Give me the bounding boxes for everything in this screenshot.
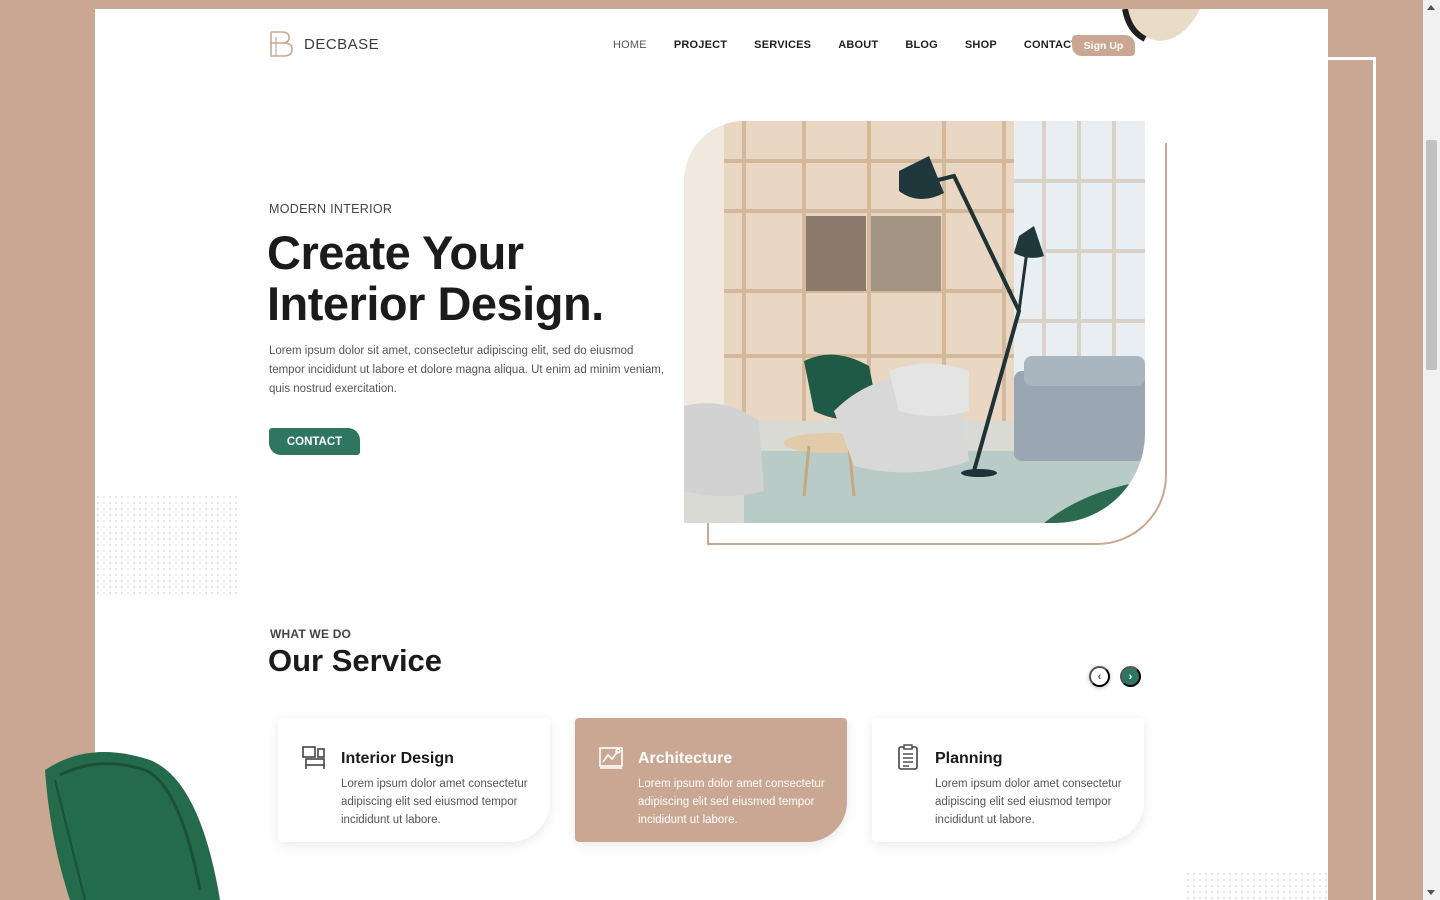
carousel-next-button[interactable]: › [1120,666,1141,687]
nav-item-project[interactable]: PROJECT [674,39,727,51]
brand-logo[interactable]: DECBASE [268,29,379,59]
service-card-title: Planning [935,750,1003,767]
hero-eyebrow: MODERN INTERIOR [269,202,393,216]
service-card-interior-design[interactable]: Interior Design Lorem ipsum dolor amet c… [278,718,550,842]
services-title: Our Service [268,643,443,678]
service-card-title: Architecture [638,750,733,767]
signup-button[interactable]: Sign Up [1072,35,1135,56]
scrollbar-thumb[interactable] [1426,140,1437,370]
architecture-icon [599,747,623,769]
nav-item-about[interactable]: ABOUT [838,39,878,51]
chair-decoration [45,752,220,900]
service-card-title: Interior Design [341,750,454,767]
scroll-up-icon[interactable] [1427,5,1435,10]
service-card-description: Lorem ipsum dolor amet consectetur adipi… [935,778,1122,826]
hero-description: Lorem ipsum dolor sit amet, consectetur … [269,345,665,395]
nav-item-services[interactable]: SERVICES [754,39,811,51]
landing-page: DECBASE HOME PROJECT SERVICES ABOUT BLOG… [95,9,1328,900]
services-eyebrow: WHAT WE DO [270,627,352,641]
carousel-prev-button[interactable]: ‹ [1089,666,1110,687]
nav-item-shop[interactable]: SHOP [965,39,997,51]
service-card-description: Lorem ipsum dolor amet consectetur adipi… [638,778,825,826]
service-card-description: Lorem ipsum dolor amet consectetur adipi… [341,778,528,826]
vertical-scrollbar[interactable] [1423,0,1440,900]
nav-item-home[interactable]: HOME [613,39,647,51]
brand-name: DECBASE [304,35,380,53]
contact-button[interactable]: CONTACT [269,428,360,455]
hero-image [684,121,1145,523]
main-nav: HOME PROJECT SERVICES ABOUT BLOG SHOP CO… [613,39,1105,51]
scroll-down-icon[interactable] [1427,890,1435,895]
hero-title-line2: Interior Design. [267,277,604,330]
interior-illustration [684,121,1145,523]
hero-title-line1: Create Your [267,226,524,279]
service-card-architecture[interactable]: Architecture Lorem ipsum dolor amet cons… [575,718,847,842]
decorative-frame [1328,57,1376,900]
hero-title: Create Your Interior Design. [267,227,707,329]
planning-icon [898,744,918,770]
nav-item-contact[interactable]: CONTACT [1024,39,1078,51]
dot-pattern-left [95,494,237,596]
service-card-planning[interactable]: Planning Lorem ipsum dolor amet consecte… [872,718,1144,842]
interior-design-icon [302,746,325,769]
logo-mark-icon [270,31,293,57]
nav-item-blog[interactable]: BLOG [905,39,938,51]
dot-pattern-right [1185,871,1328,900]
